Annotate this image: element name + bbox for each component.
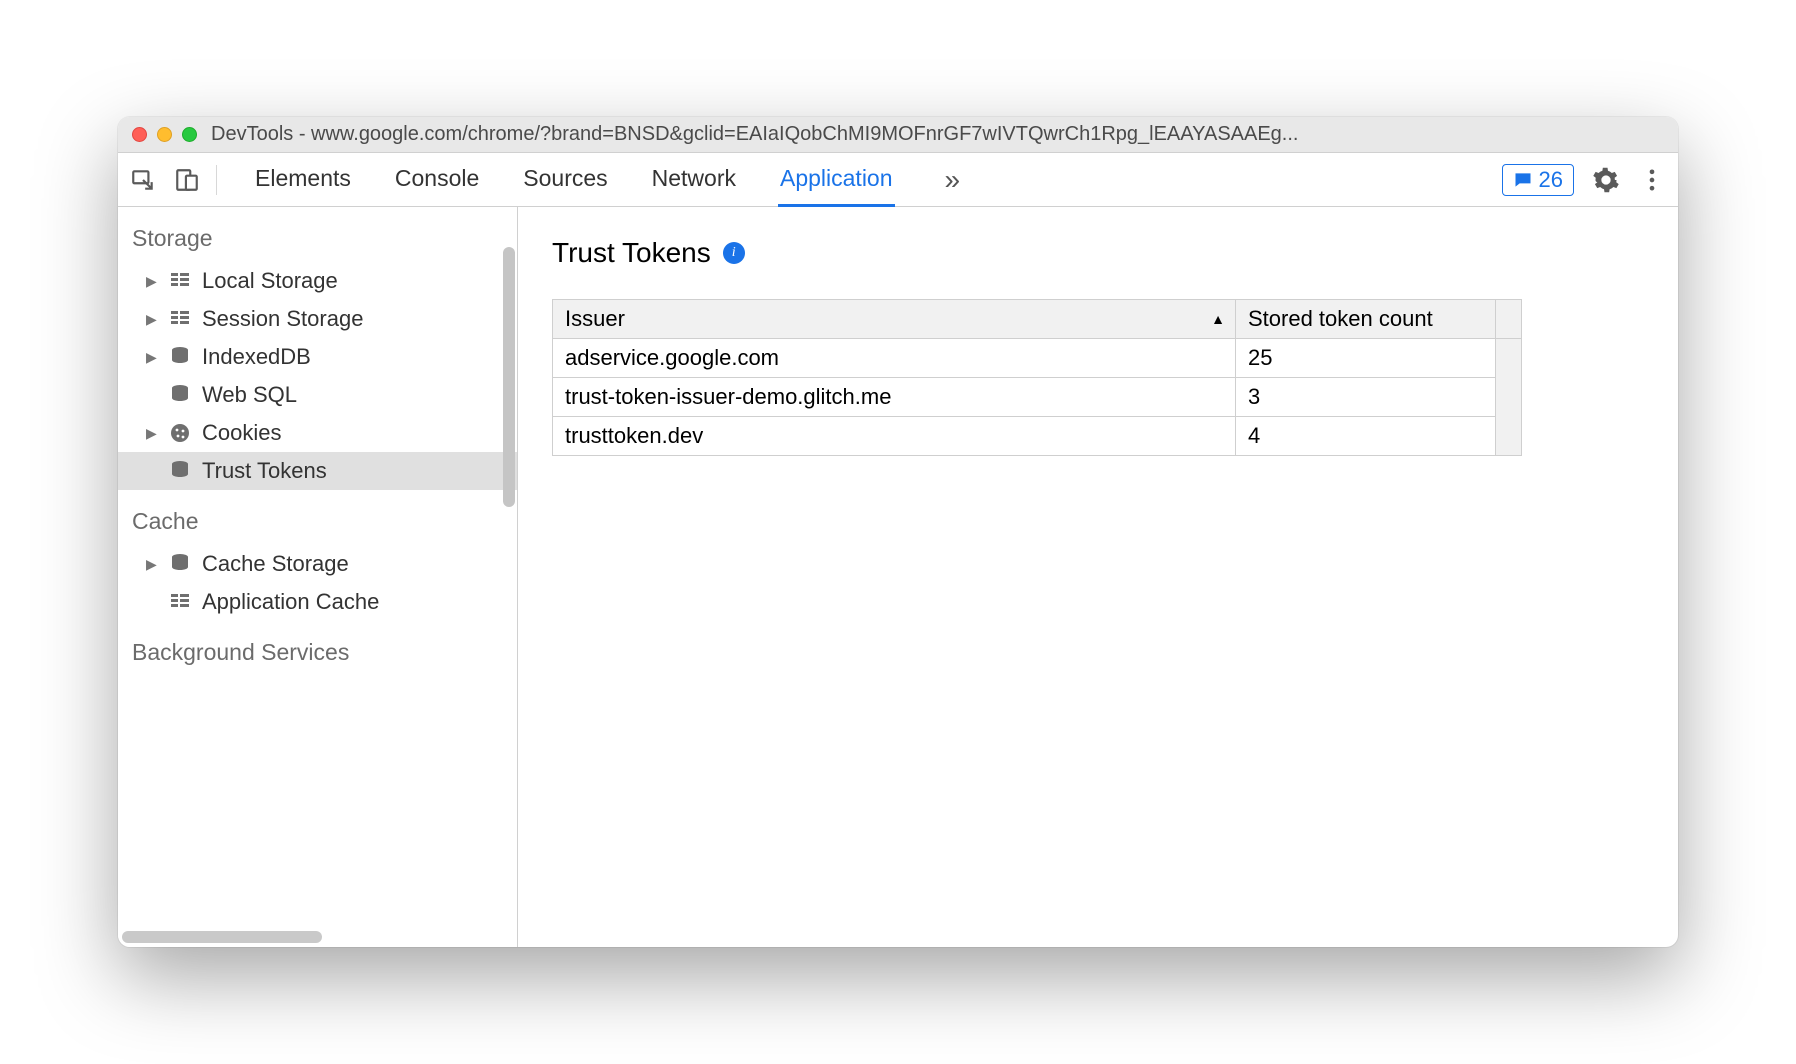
sidebar-item-indexeddb[interactable]: ▶ IndexedDB xyxy=(118,338,517,376)
cookie-icon xyxy=(168,421,192,445)
panel-tabs: Elements Console Sources Network Applica… xyxy=(253,153,1496,207)
sidebar-item-label: Trust Tokens xyxy=(202,458,327,484)
sidebar-section-cache: Cache xyxy=(118,490,517,545)
issues-badge[interactable]: 26 xyxy=(1502,164,1574,196)
cell-issuer: adservice.google.com xyxy=(553,339,1236,378)
tab-application[interactable]: Application xyxy=(778,153,895,207)
settings-icon[interactable] xyxy=(1592,166,1620,194)
tab-network[interactable]: Network xyxy=(650,153,738,207)
sidebar-item-application-cache[interactable]: ▶ Application Cache xyxy=(118,583,517,621)
expand-icon[interactable]: ▶ xyxy=(146,273,158,290)
sidebar-section-background-services: Background Services xyxy=(118,621,517,676)
table-row[interactable]: adservice.google.com 25 xyxy=(553,339,1522,378)
titlebar: DevTools - www.google.com/chrome/?brand=… xyxy=(118,117,1678,153)
cell-count: 25 xyxy=(1236,339,1496,378)
sidebar-item-cache-storage[interactable]: ▶ Cache Storage xyxy=(118,545,517,583)
toolbar-separator xyxy=(216,165,217,195)
column-spacer xyxy=(1496,300,1522,339)
column-header-count[interactable]: Stored token count xyxy=(1236,300,1496,339)
cell-count: 3 xyxy=(1236,378,1496,417)
application-sidebar[interactable]: Storage ▶ Local Storage ▶ Session Storag… xyxy=(118,207,518,947)
table-header-row: Issuer ▲ Stored token count xyxy=(553,300,1522,339)
sidebar-section-storage: Storage xyxy=(118,207,517,262)
database-icon xyxy=(168,552,192,576)
more-tabs-icon[interactable]: » xyxy=(935,164,971,196)
device-toolbar-icon[interactable] xyxy=(174,167,200,193)
expand-icon[interactable]: ▶ xyxy=(146,311,158,328)
row-spacer xyxy=(1496,339,1522,456)
more-options-icon[interactable] xyxy=(1638,166,1666,194)
sidebar-item-local-storage[interactable]: ▶ Local Storage xyxy=(118,262,517,300)
expand-icon[interactable]: ▶ xyxy=(146,556,158,573)
inspect-icon[interactable] xyxy=(130,167,156,193)
database-icon xyxy=(168,383,192,407)
trust-tokens-table: Issuer ▲ Stored token count adservice.go… xyxy=(552,299,1522,456)
sidebar-item-label: Cache Storage xyxy=(202,551,349,577)
grid-icon xyxy=(168,307,192,331)
cell-count: 4 xyxy=(1236,417,1496,456)
sidebar-item-label: Cookies xyxy=(202,420,281,446)
tab-elements[interactable]: Elements xyxy=(253,153,353,207)
sidebar-item-label: Session Storage xyxy=(202,306,363,332)
trust-tokens-panel: Trust Tokens i Issuer ▲ Stored token cou… xyxy=(518,207,1678,947)
sidebar-item-label: Local Storage xyxy=(202,268,338,294)
database-icon xyxy=(168,459,192,483)
sidebar-item-label: IndexedDB xyxy=(202,344,311,370)
database-icon xyxy=(168,345,192,369)
sidebar-item-trust-tokens[interactable]: ▶ Trust Tokens xyxy=(118,452,517,490)
column-header-issuer[interactable]: Issuer ▲ xyxy=(553,300,1236,339)
grid-icon xyxy=(168,269,192,293)
traffic-lights xyxy=(132,127,197,142)
sidebar-hscrollbar[interactable] xyxy=(122,931,322,943)
sidebar-item-label: Web SQL xyxy=(202,382,297,408)
sidebar-scrollbar[interactable] xyxy=(499,207,517,587)
minimize-icon[interactable] xyxy=(157,127,172,142)
issues-count: 26 xyxy=(1539,167,1563,193)
devtools-window: DevTools - www.google.com/chrome/?brand=… xyxy=(118,117,1678,947)
info-icon[interactable]: i xyxy=(723,242,745,264)
zoom-icon[interactable] xyxy=(182,127,197,142)
expand-icon[interactable]: ▶ xyxy=(146,425,158,442)
window-title: DevTools - www.google.com/chrome/?brand=… xyxy=(211,123,1298,146)
grid-icon xyxy=(168,590,192,614)
sidebar-item-label: Application Cache xyxy=(202,589,379,615)
expand-icon[interactable]: ▶ xyxy=(146,349,158,366)
cell-issuer: trusttoken.dev xyxy=(553,417,1236,456)
sidebar-item-websql[interactable]: ▶ Web SQL xyxy=(118,376,517,414)
table-row[interactable]: trust-token-issuer-demo.glitch.me 3 xyxy=(553,378,1522,417)
close-icon[interactable] xyxy=(132,127,147,142)
sidebar-item-cookies[interactable]: ▶ Cookies xyxy=(118,414,517,452)
sort-asc-icon: ▲ xyxy=(1211,311,1225,327)
devtools-toolbar: Elements Console Sources Network Applica… xyxy=(118,153,1678,207)
page-title: Trust Tokens i xyxy=(552,237,1644,269)
sidebar-item-session-storage[interactable]: ▶ Session Storage xyxy=(118,300,517,338)
tab-console[interactable]: Console xyxy=(393,153,481,207)
table-row[interactable]: trusttoken.dev 4 xyxy=(553,417,1522,456)
tab-sources[interactable]: Sources xyxy=(521,153,609,207)
cell-issuer: trust-token-issuer-demo.glitch.me xyxy=(553,378,1236,417)
